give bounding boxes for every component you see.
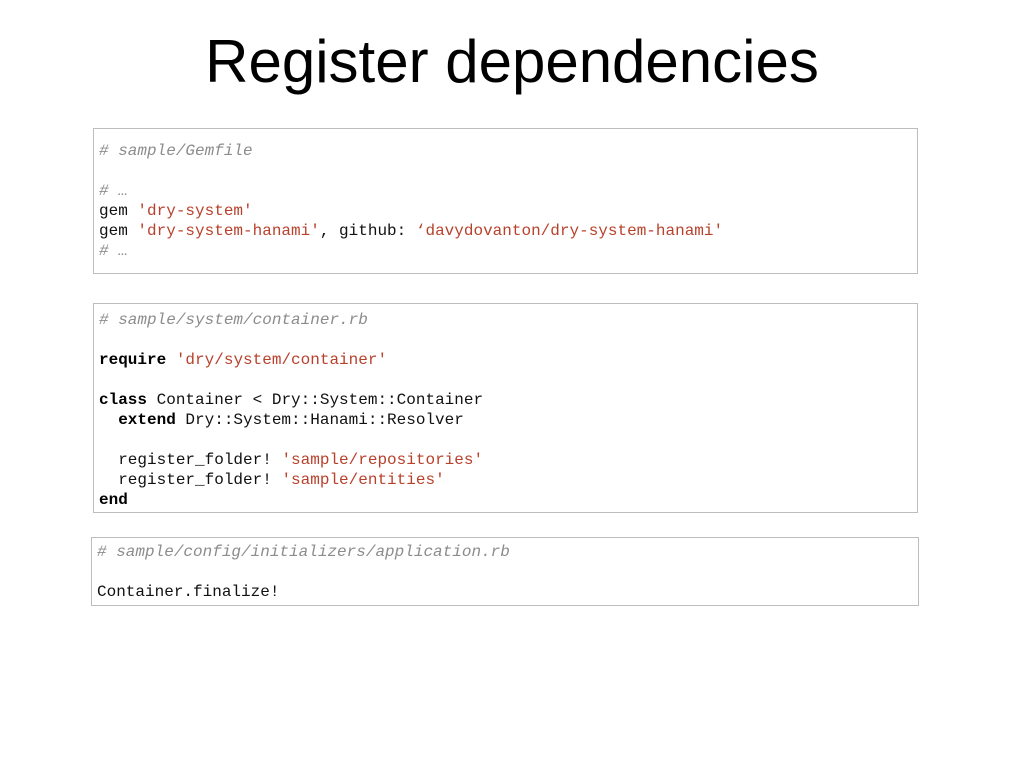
code-string: 'sample/repositories' bbox=[281, 451, 484, 469]
code-keyword: extend bbox=[118, 411, 176, 429]
code-text: gem bbox=[99, 202, 138, 220]
code-keyword: end bbox=[99, 491, 128, 509]
code-comment: # … bbox=[99, 242, 128, 260]
code-keyword: class bbox=[99, 391, 148, 409]
code-string: 'dry/system/container' bbox=[175, 351, 388, 369]
code-comment: # … bbox=[99, 182, 128, 200]
gemfile-code-block: # sample/Gemfile # … gem 'dry-system' gem '… bbox=[93, 128, 918, 274]
code-line-extend: extend Dry::System::Hanami::Resolver bbox=[99, 410, 917, 430]
code-comment: # sample/Gemfile bbox=[99, 142, 253, 160]
code-comment: # sample/system/container.rb bbox=[99, 311, 368, 329]
code-comment: # sample/config/initializers/application… bbox=[97, 543, 510, 561]
code-line-register-repositories: register_folder! 'sample/repositories' bbox=[99, 450, 917, 470]
code-line-register-entities: register_folder! 'sample/entities' bbox=[99, 470, 917, 490]
code-line-end: end bbox=[99, 490, 917, 510]
code-text: Dry::System::Hanami::Resolver bbox=[175, 411, 464, 429]
code-text: register_folder! bbox=[99, 451, 282, 469]
code-line-gem-dry-system: gem 'dry-system' bbox=[99, 201, 917, 221]
code-text: , github: bbox=[319, 222, 416, 240]
code-line-finalize: Container.finalize! bbox=[97, 583, 280, 601]
slide-title: Register dependencies bbox=[205, 28, 819, 95]
code-string: 'dry-system' bbox=[137, 202, 253, 220]
code-string: 'dry-system-hanami' bbox=[137, 222, 320, 240]
container-code-block: # sample/system/container.rb require 'dry… bbox=[93, 303, 918, 513]
code-line-require: require 'dry/system/container' bbox=[99, 350, 917, 370]
code-keyword: require bbox=[99, 351, 167, 369]
code-text: gem bbox=[99, 222, 138, 240]
code-line-gem-dry-system-hanami: gem 'dry-system-hanami', github: ‘davydo… bbox=[99, 221, 917, 241]
code-text: Container < Dry::System::Container bbox=[147, 391, 484, 409]
initializer-code-block: # sample/config/initializers/application… bbox=[91, 537, 919, 606]
code-text: register_folder! bbox=[99, 471, 282, 489]
code-string: 'sample/entities' bbox=[281, 471, 445, 489]
code-line-class: class Container < Dry::System::Container bbox=[99, 390, 917, 410]
code-string: ‘davydovanton/dry-system-hanami' bbox=[415, 222, 724, 240]
